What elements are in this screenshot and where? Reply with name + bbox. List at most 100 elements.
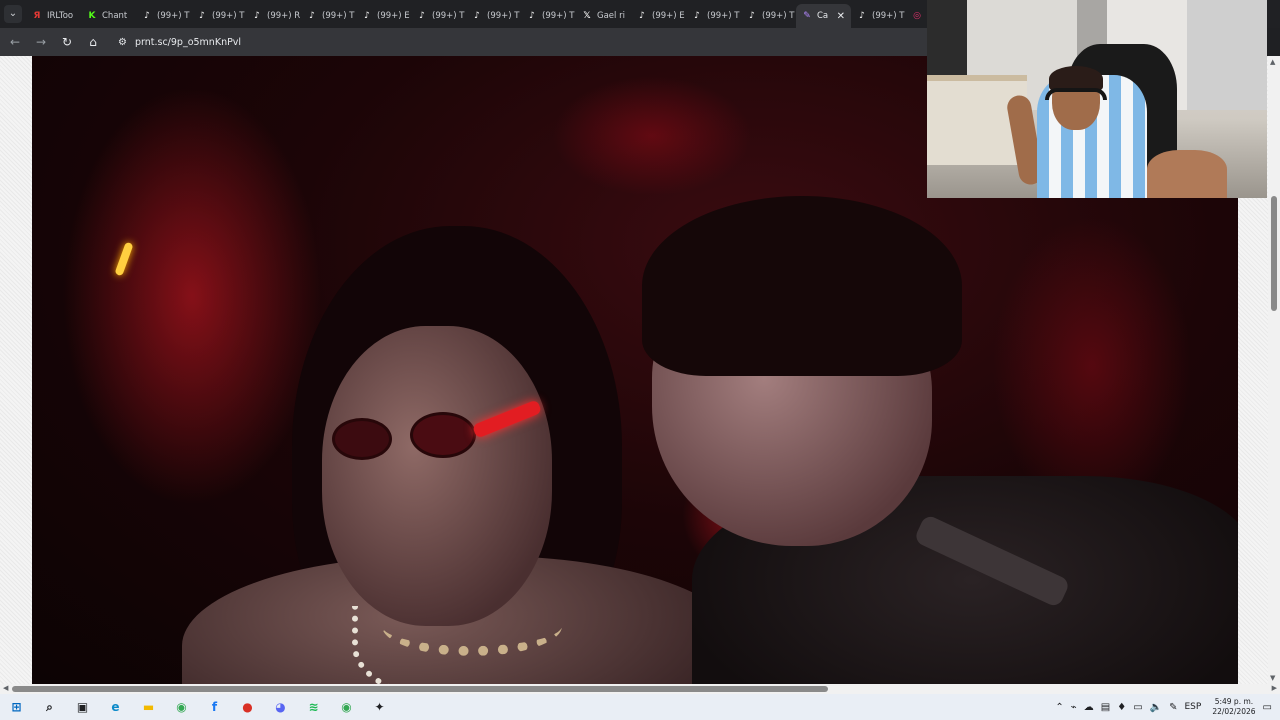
browser-tab[interactable]: ♪ (99+) T (301, 4, 356, 28)
browser-tab[interactable]: ♪ (99+) T (136, 4, 191, 28)
pen-icon[interactable]: ✎ (1169, 702, 1177, 713)
x-icon: 𝕏 (583, 11, 591, 21)
browser-tab[interactable]: 𝕏 Gael ri (576, 4, 631, 28)
app-dark-icon: ✦ (374, 700, 385, 714)
lens (332, 418, 392, 460)
microphone-icon[interactable]: ♦ (1117, 702, 1126, 713)
tiktok-icon: ♪ (199, 11, 205, 21)
tiktok-icon: ♪ (144, 11, 150, 21)
forward-button[interactable]: → (34, 35, 48, 49)
red-light (552, 76, 752, 196)
tab-title: (99+) T (542, 11, 575, 21)
browser-tab[interactable]: K Chant (81, 4, 136, 28)
browser-tab[interactable]: ♪ (99+) E (631, 4, 686, 28)
red-light (992, 216, 1192, 516)
vertical-scrollbar[interactable]: ▲ ▼ (1268, 56, 1280, 684)
scrollbar-thumb[interactable] (1271, 196, 1277, 311)
chevron-up-icon[interactable]: ⌃ (1055, 702, 1063, 713)
app-red-icon: ● (242, 700, 253, 714)
browser-tab[interactable]: ♪ (99+) E (356, 4, 411, 28)
tab-title: IRLToo (47, 11, 74, 21)
language-indicator[interactable]: ESP (1184, 702, 1201, 712)
webcam-overlay (927, 0, 1267, 198)
tiktok-icon: ♪ (639, 11, 645, 21)
tab-title: Ca (817, 11, 829, 21)
discord-button[interactable]: ◕ (264, 694, 297, 720)
volume-icon[interactable]: 🔈 (1150, 702, 1162, 713)
taskbar-apps: ⊞ ⌕ ▣ e ▬ ◉ f ● ◕ ≋ ◉ ✦ (0, 694, 396, 720)
app-dark-button[interactable]: ✦ (363, 694, 396, 720)
tab-title: (99+) T (157, 11, 190, 21)
reload-icon: ↻ (61, 35, 73, 49)
clock[interactable]: 5:49 p. m. 22/02/2026 (1212, 697, 1255, 717)
tab-title: (99+) T (322, 11, 355, 21)
file-explorer-button[interactable]: ▬ (132, 694, 165, 720)
tiktok-icon: ♪ (529, 11, 535, 21)
scroll-down-icon[interactable]: ▼ (1270, 674, 1278, 682)
tiktok-icon: ♪ (364, 11, 370, 21)
chevron-down-icon: ⌄ (4, 5, 22, 23)
scroll-left-icon[interactable]: ◀ (3, 684, 8, 692)
cloud-icon[interactable]: ☁ (1084, 702, 1094, 713)
browser-tab[interactable]: ♪ (99+) T (851, 4, 906, 28)
edge-button[interactable]: e (99, 694, 132, 720)
site-info-icon[interactable]: ⚙ (118, 37, 127, 48)
facebook-icon: f (211, 700, 218, 714)
chrome-profile-button[interactable]: ◉ (330, 694, 363, 720)
tiktok-icon: ♪ (859, 11, 865, 21)
scroll-up-icon[interactable]: ▲ (1270, 58, 1278, 66)
browser-tab[interactable]: ♪ (99+) T (521, 4, 576, 28)
chrome-button[interactable]: ◉ (165, 694, 198, 720)
wifi-off-icon[interactable]: ⌁ (1071, 702, 1077, 713)
browser-tab[interactable]: Я IRLToo (26, 4, 81, 28)
back-button[interactable]: ← (8, 35, 22, 49)
scroll-right-icon[interactable]: ▶ (1272, 684, 1277, 692)
app-red-button[interactable]: ● (231, 694, 264, 720)
close-icon[interactable]: ✕ (837, 11, 845, 22)
arrow-left-icon: ← (9, 35, 21, 49)
woman-face (322, 326, 552, 626)
facebook-button[interactable]: f (198, 694, 231, 720)
tab-title: (99+) T (762, 11, 795, 21)
browser-tab[interactable]: ♪ (99+) R (246, 4, 301, 28)
reload-button[interactable]: ↻ (60, 35, 74, 49)
task-view-button[interactable]: ▣ (66, 694, 99, 720)
discord-icon: ◕ (275, 700, 286, 714)
horizontal-scrollbar[interactable]: ◀ ▶ (0, 684, 1280, 694)
red-light (62, 86, 322, 506)
start-button[interactable]: ⊞ (0, 694, 33, 720)
scrollbar-thumb[interactable] (12, 686, 828, 692)
streamer-leg (1147, 150, 1227, 198)
chrome-profile-icon: ◉ (341, 700, 352, 714)
chrome-icon: ◉ (176, 700, 187, 714)
home-button[interactable]: ⌂ (86, 35, 100, 49)
file-explorer-icon: ▬ (142, 700, 155, 714)
spotify-button[interactable]: ≋ (297, 694, 330, 720)
feather-icon: ✎ (803, 11, 811, 21)
browser-tab[interactable]: ♪ (99+) T (741, 4, 796, 28)
tiktok-icon: ♪ (694, 11, 700, 21)
browser-tab[interactable]: ♪ (99+) T (411, 4, 466, 28)
search-icon: ⌕ (46, 699, 53, 714)
browser-tab[interactable]: ♪ (99+) T (191, 4, 246, 28)
browser-tab[interactable]: ♪ (99+) T (466, 4, 521, 28)
tiktok-icon: ♪ (474, 11, 480, 21)
address-bar[interactable]: ⚙ prnt.sc/9p_o5mnKnPvl (118, 37, 241, 48)
tiktok-icon: ♪ (254, 11, 260, 21)
url-text[interactable]: prnt.sc/9p_o5mnKnPvl (135, 37, 241, 48)
clock-date: 22/02/2026 (1212, 707, 1256, 716)
tab-title: (99+) E (652, 11, 685, 21)
system-tray: ⌃ ⌁ ☁ ▤ ♦ ▭ 🔈 ✎ ESP 5:49 p. m. 22/02/202… (1055, 694, 1280, 720)
tab-title: Gael ri (597, 11, 625, 21)
glasses-arm (471, 399, 543, 439)
tab-search-button[interactable]: ⌄ (0, 0, 26, 28)
clipboard-icon[interactable]: ▤ (1101, 702, 1110, 713)
notification-icon[interactable]: ▭ (1263, 702, 1272, 713)
tab-title: (99+) T (487, 11, 520, 21)
tab-title: (99+) T (872, 11, 905, 21)
display-icon[interactable]: ▭ (1133, 702, 1142, 713)
browser-tab[interactable]: ♪ (99+) T (686, 4, 741, 28)
browser-tab[interactable]: ✎ Ca ✕ (796, 4, 851, 28)
search-button[interactable]: ⌕ (33, 694, 66, 720)
tiktok-icon: ♪ (419, 11, 425, 21)
